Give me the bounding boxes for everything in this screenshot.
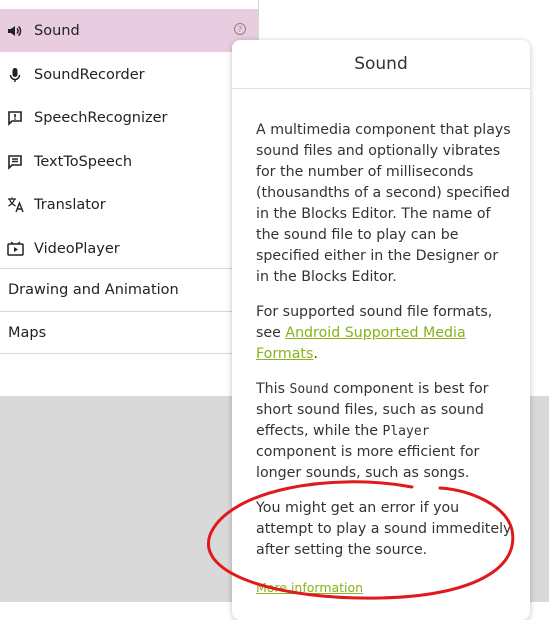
palette-item-label: Translator (34, 196, 106, 213)
palette-item-label: SoundRecorder (34, 66, 145, 83)
text-message-icon (6, 153, 24, 171)
palette-item-label: SpeechRecognizer (34, 109, 168, 126)
translate-icon (6, 196, 24, 214)
component-palette: Sound ? SoundRecorder SpeechRecognizer T… (0, 0, 259, 370)
popup-title: Sound (232, 40, 530, 89)
error-note-paragraph: You might get an error if you attempt to… (256, 500, 512, 558)
palette-item-label: VideoPlayer (34, 240, 120, 257)
palette-item-soundrecorder[interactable]: SoundRecorder (0, 53, 258, 96)
palette-item-speechrecognizer[interactable]: SpeechRecognizer (0, 96, 258, 139)
palette-item-label: TextToSpeech (34, 153, 133, 170)
palette-item-videoplayer[interactable]: VideoPlayer (0, 227, 258, 270)
speech-bubble-icon (6, 109, 24, 127)
microphone-icon (6, 66, 24, 84)
comparison-paragraph: This Sound component is best for short s… (256, 381, 489, 481)
category-drawing-and-animation[interactable]: Drawing and Animation (0, 268, 258, 310)
palette-item-translator[interactable]: Translator (0, 183, 258, 226)
video-play-icon (6, 240, 24, 258)
code-player: Player (382, 424, 430, 439)
component-help-popup: Sound A multimedia component that plays … (232, 40, 530, 620)
more-information-link[interactable]: More information (256, 580, 363, 595)
palette-item-label: Sound (34, 22, 80, 39)
popup-body: A multimedia component that plays sound … (256, 120, 512, 575)
category-partial[interactable] (0, 353, 258, 370)
description-paragraph: A multimedia component that plays sound … (256, 122, 511, 285)
palette-item-sound[interactable]: Sound ? (0, 9, 258, 52)
formats-paragraph: For supported sound file formats, see An… (256, 304, 493, 362)
category-maps[interactable]: Maps (0, 311, 258, 353)
speaker-icon (6, 22, 24, 40)
palette-item-texttospeech[interactable]: TextToSpeech (0, 140, 258, 183)
android-media-formats-link[interactable]: Android Supported Media Formats (256, 325, 466, 362)
code-sound: Sound (289, 382, 329, 397)
help-icon[interactable]: ? (234, 23, 246, 35)
